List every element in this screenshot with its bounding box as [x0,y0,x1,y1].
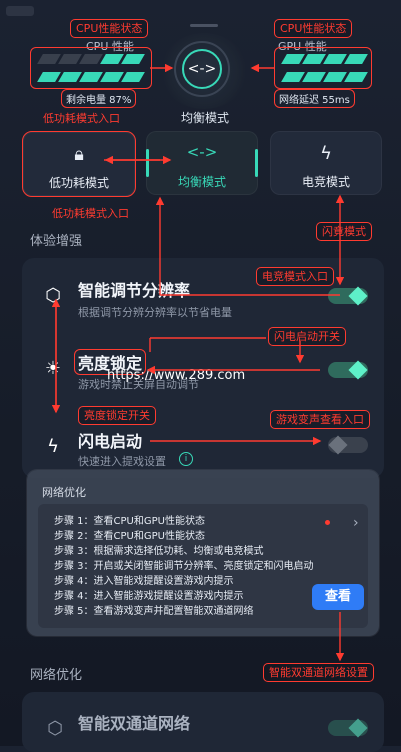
popup-dot [325,520,330,525]
handle-bar [190,24,218,27]
info-icon[interactable]: i [179,452,193,466]
flash-title: 闪电启动 [78,432,143,451]
steps-list: 步骤 1：查看CPU和GPU性能状态 步骤 2：查看CPU和GPU性能状态步骤 3… [54,514,324,619]
brightness-icon: ☀ [44,358,62,379]
mode-low-power-label: 低功耗模式 [48,176,109,190]
smart-res-title: 智能调节分辨率 [78,281,191,300]
gpu-bar-bottom [281,72,368,82]
balanced-mode-title: 均衡模式 [181,111,230,125]
flash-mode-annotation: 闪竟模式 [316,222,372,241]
mode-esports-label: 电竞模式 [301,175,350,189]
cpu-status-annotation: CPU性能状态 [70,19,149,38]
gpu-bar-top [281,54,368,64]
network-icon: ⬡ [47,718,63,739]
status-blur [6,6,34,16]
dual-channel-title: 智能双通道网络 [78,714,191,733]
network-delay-text: 网络延迟 55ms [274,89,355,108]
step-item: 步骤 4：进入智能戏提醒设置游戏内提示 [54,576,234,587]
flash-switch-annotation: 闪电启动开关 [268,327,346,346]
watermark-url: https://www.289.com [107,368,246,383]
flash-toggle[interactable] [328,435,368,455]
network-section-title: 网络优化 [30,668,83,683]
chevron-right-icon[interactable]: › [353,515,359,531]
brightness-switch-annotation: 亮度锁定开关 [78,406,156,425]
step-item: 步骤 1：查看CPU和GPU性能状态 [54,516,205,527]
mode-card-balanced[interactable]: <-> 均衡模式 [146,131,258,195]
view-button[interactable]: 查看 [312,584,364,610]
step-item: 步骤 3：根据需求选择低功耗、均衡或电竞模式 [54,546,264,557]
esports-entry-annotation: 电竞模式入口 [256,267,334,286]
balanced-dial-core: <-> [182,49,222,89]
dual-channel-annotation: 智能双通道网络设置 [263,663,374,682]
mode-balanced-label: 均衡模式 [177,175,226,189]
dual-channel-toggle[interactable] [328,718,368,738]
cpu-bar-top [37,54,145,64]
mode-card-esports[interactable]: ϟ 电竞模式 [270,131,382,195]
low-power-entry-annotation-2: 低功耗模式入口 [52,207,129,220]
battery-text: 剩余电量 87% [61,89,137,108]
smart-res-toggle[interactable] [328,286,368,306]
popup-title: 网络优化 [42,486,86,499]
cpu-bar-bottom [37,72,145,82]
step-item: 步骤 5：查看游戏变声并配置智能双通道网络 [54,606,254,617]
balanced-dial[interactable]: <-> [160,33,248,109]
game-voice-annotation: 游戏变声查看入口 [270,410,370,429]
balanced-icon: <-> [186,143,218,161]
smart-res-desc: 根据调节分辨分辨率以节省电量 [78,306,232,319]
brightness-toggle[interactable] [328,360,368,380]
lightning-icon: ϟ [320,143,332,164]
lock-icon: 🔒︎ [74,144,84,165]
step-item: 步骤 3：开启或关闭智能调节分辨率、亮度锁定和闪电启动 [54,561,314,572]
gpu-status-annotation: CPU性能状态 [274,19,353,38]
resolution-icon: ⬡ [45,285,61,306]
step-item: 步骤 2：查看CPU和GPU性能状态 [54,531,205,542]
flash-desc: 快速进入提戏设置 [78,455,166,468]
flash-icon: ϟ [47,436,59,457]
mode-card-low-power[interactable]: 🔒︎ 低功耗模式 [22,131,136,197]
low-power-entry-annotation: 低功耗模式入口 [43,112,120,125]
experience-section-title: 体验增强 [30,234,83,249]
step-item: 步骤 4：进入智能游戏提醒设置游戏内提示 [54,591,244,602]
